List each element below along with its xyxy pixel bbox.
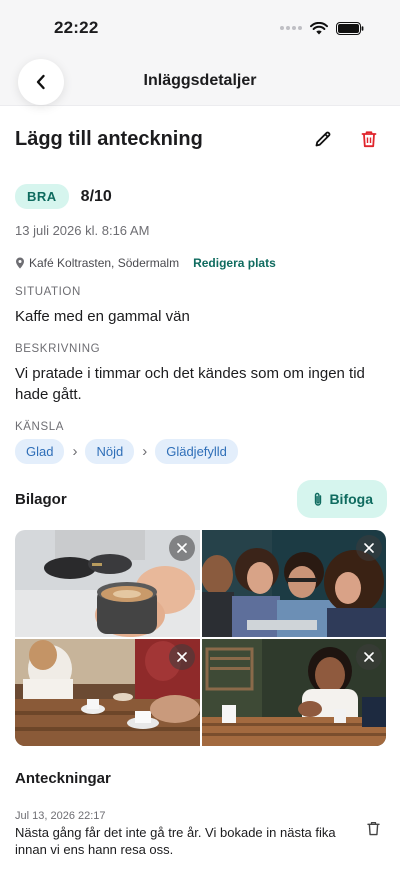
friends-laughing-photo[interactable] [202, 530, 386, 637]
attachments-header: Bilagor Bifoga [15, 479, 387, 519]
remove-photo-button[interactable] [169, 535, 195, 561]
emotion-chip-gladjefylld[interactable]: Glädjefylld [155, 439, 238, 464]
close-icon [364, 652, 374, 662]
back-chevron-icon [36, 74, 45, 90]
entry-content: Lägg till anteckning BRA 8/10 13 juli 20… [0, 106, 400, 858]
edit-button[interactable] [305, 121, 341, 157]
battery-icon [336, 21, 364, 35]
nav-bar: Inläggsdetaljer [0, 56, 400, 106]
trash-icon [366, 821, 380, 835]
status-time: 22:22 [54, 18, 99, 37]
status-icons [280, 21, 364, 35]
rating-badge: BRA [15, 184, 69, 209]
close-icon [177, 652, 187, 662]
emotion-chip-glad[interactable]: Glad [15, 439, 65, 464]
entry-header: Lägg till anteckning [15, 106, 385, 172]
description-text: Vi pratade i timmar och det kändes som o… [15, 365, 365, 403]
entry-title: Lägg till anteckning [15, 127, 203, 150]
situation-label: SITUATION [15, 286, 81, 298]
situation-text: Kaffe med en gammal vän [15, 308, 190, 325]
close-icon [364, 543, 374, 553]
note-item: Jul 13, 2026 22:17 Nästa gång får det in… [15, 810, 385, 858]
pencil-icon [315, 131, 331, 147]
wifi-icon [310, 21, 328, 34]
note-content: Jul 13, 2026 22:17 Nästa gång får det in… [15, 810, 350, 858]
note-text: Nästa gång får det inte gå tre år. Vi bo… [15, 825, 336, 857]
edit-location-link[interactable]: Redigera plats [193, 256, 276, 270]
location-pin-icon [16, 257, 24, 269]
emotion-chain: Glad › Nöjd › Glädjefylld [15, 439, 385, 464]
attach-button[interactable]: Bifoga [297, 480, 387, 518]
remove-photo-button[interactable] [356, 535, 382, 561]
paperclip-icon [315, 492, 322, 506]
attach-button-label: Bifoga [329, 491, 373, 507]
notes-title: Anteckningar [15, 770, 111, 787]
note-date: Jul 13, 2026 22:17 [15, 810, 106, 822]
rating-score: 8/10 [80, 187, 112, 205]
emotion-label: KÄNSLA [15, 421, 64, 433]
remove-photo-button[interactable] [169, 644, 195, 670]
status-bar: 22:22 [0, 0, 400, 56]
outdoor-cafe-photo[interactable] [202, 639, 386, 746]
trash-icon [361, 131, 377, 148]
chain-arrow-icon: › [72, 443, 78, 460]
description-label: BESKRIVNING [15, 343, 101, 355]
photo-grid [15, 530, 386, 746]
delete-entry-button[interactable] [351, 121, 387, 157]
nav-title: Inläggsdetaljer [143, 71, 257, 89]
close-icon [177, 543, 187, 553]
signal-icon [280, 26, 302, 30]
header-actions [305, 121, 387, 157]
remove-photo-button[interactable] [356, 644, 382, 670]
delete-note-button[interactable] [361, 816, 385, 840]
coffee-cup-photo[interactable] [15, 530, 200, 637]
location-name: Kafé Koltrasten, Södermalm [29, 256, 180, 270]
emotion-chip-nojd[interactable]: Nöjd [85, 439, 135, 464]
cafe-table-photo[interactable] [15, 639, 200, 746]
attachments-title: Bilagor [15, 490, 67, 508]
chain-arrow-icon: › [142, 443, 148, 460]
back-button[interactable] [18, 59, 64, 105]
entry-timestamp: 13 juli 2026 kl. 8:16 AM [15, 223, 150, 238]
location-row: Kafé Koltrasten, Södermalm Redigera plat… [15, 256, 385, 270]
rating-row: BRA 8/10 [15, 184, 385, 209]
